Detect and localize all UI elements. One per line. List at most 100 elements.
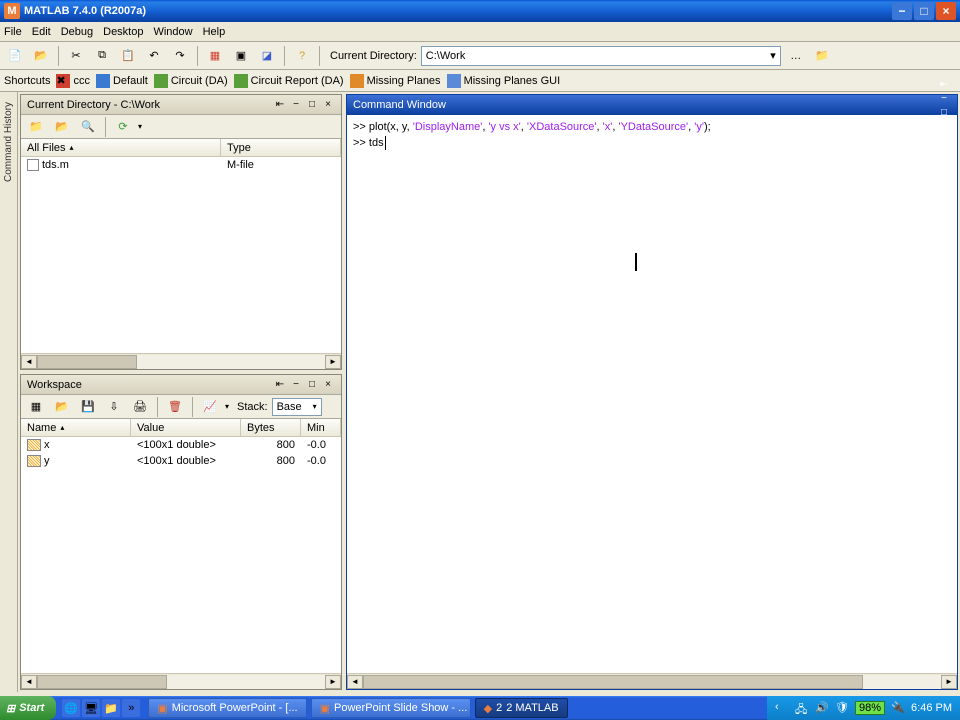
col-bytes[interactable]: Bytes: [241, 419, 301, 436]
shortcut-default[interactable]: Default: [96, 74, 148, 88]
go-up-icon[interactable]: 📁: [811, 45, 833, 67]
col-value[interactable]: Value: [131, 419, 241, 436]
current-dir-input[interactable]: C:\Work▾: [421, 46, 781, 66]
col-type[interactable]: Type: [221, 139, 341, 156]
profiler-icon[interactable]: ◪: [256, 45, 278, 67]
shortcut-missing-planes-gui[interactable]: Missing Planes GUI: [447, 74, 561, 88]
panel-min-icon[interactable]: −: [937, 91, 951, 105]
variable-icon: [27, 439, 41, 451]
ws-save-icon[interactable]: 💾: [77, 396, 99, 418]
panel-dock-icon[interactable]: ⇤: [273, 378, 287, 392]
redo-icon[interactable]: ↷: [169, 45, 191, 67]
command-window-title[interactable]: Command Window ⇤ − □ ×: [347, 95, 957, 115]
menu-edit[interactable]: Edit: [32, 26, 51, 38]
panel-dock-icon[interactable]: ⇤: [273, 98, 287, 112]
taskbar-item-slideshow[interactable]: ▣PowerPoint Slide Show - ...: [311, 698, 471, 718]
ws-new-icon[interactable]: ▦: [25, 396, 47, 418]
clock[interactable]: 6:46 PM: [911, 702, 952, 714]
shortcut-ccc[interactable]: ✖ccc: [56, 74, 90, 88]
scroll-left-icon[interactable]: ◄: [347, 675, 363, 689]
table-row[interactable]: y <100x1 double> 800 -0.0: [21, 453, 341, 469]
panel-dock-icon[interactable]: ⇤: [937, 77, 951, 91]
cd-up-icon[interactable]: 📁: [25, 116, 47, 138]
ws-list-body[interactable]: x <100x1 double> 800 -0.0 y <100x1 doubl…: [21, 437, 341, 673]
battery-indicator[interactable]: 98%: [855, 701, 885, 715]
browse-dir-button[interactable]: …: [785, 45, 807, 67]
titlebar[interactable]: M MATLAB 7.4.0 (R2007a) − □ ×: [0, 0, 960, 22]
tray-shield-icon[interactable]: 🛡: [835, 701, 849, 715]
cd-hscroll[interactable]: ◄ ►: [21, 353, 341, 369]
command-window-input[interactable]: >> plot(x, y, 'DisplayName', 'y vs x', '…: [347, 115, 957, 673]
panel-close-icon[interactable]: ×: [321, 378, 335, 392]
shortcut-circuit-report-da[interactable]: Circuit Report (DA): [234, 74, 344, 88]
guide-icon[interactable]: ▣: [230, 45, 252, 67]
open-file-icon[interactable]: 📂: [30, 45, 52, 67]
taskbar-item-powerpoint[interactable]: ▣Microsoft PowerPoint - [...: [148, 698, 306, 718]
tray-network-icon[interactable]: 🖧: [795, 701, 809, 715]
list-item[interactable]: tds.m M-file: [21, 157, 341, 173]
copy-icon[interactable]: ⧉: [91, 45, 113, 67]
menu-debug[interactable]: Debug: [61, 26, 93, 38]
ws-print-icon[interactable]: 🖨: [129, 396, 151, 418]
panel-max-icon[interactable]: □: [305, 378, 319, 392]
new-file-icon[interactable]: 📄: [4, 45, 26, 67]
current-directory-title[interactable]: Current Directory - C:\Work ⇤ − □ ×: [21, 95, 341, 115]
cut-icon[interactable]: ✂: [65, 45, 87, 67]
windows-start-button[interactable]: ⊞ Start: [0, 696, 56, 720]
help-icon[interactable]: ?: [291, 45, 313, 67]
panel-close-icon[interactable]: ×: [321, 98, 335, 112]
col-min[interactable]: Min: [301, 419, 341, 436]
menu-help[interactable]: Help: [203, 26, 226, 38]
tray-chevron-icon[interactable]: ‹: [775, 701, 789, 715]
menu-file[interactable]: File: [4, 26, 22, 38]
ws-import-icon[interactable]: ⇩: [103, 396, 125, 418]
col-all-files[interactable]: All Files ▴: [21, 139, 221, 156]
table-row[interactable]: x <100x1 double> 800 -0.0: [21, 437, 341, 453]
panel-min-icon[interactable]: −: [289, 378, 303, 392]
panel-max-icon[interactable]: □: [305, 98, 319, 112]
ws-list-header: Name ▴ Value Bytes Min: [21, 419, 341, 437]
ws-plot-icon[interactable]: 📈: [199, 396, 221, 418]
explorer-icon[interactable]: 📁: [102, 699, 120, 717]
simulink-icon[interactable]: ▦: [204, 45, 226, 67]
minimize-button[interactable]: −: [892, 2, 912, 20]
command-history-tab[interactable]: Command History: [0, 92, 18, 692]
stack-select[interactable]: Base▾: [272, 398, 322, 416]
matlab-icon: M: [4, 3, 20, 19]
maximize-button[interactable]: □: [914, 2, 934, 20]
ws-delete-icon[interactable]: 🗑: [164, 396, 186, 418]
cmd-hscroll[interactable]: ◄ ►: [347, 673, 957, 689]
desktop-icon[interactable]: 🖥: [82, 699, 100, 717]
current-directory-panel: Current Directory - C:\Work ⇤ − □ × 📁 📂 …: [20, 94, 342, 370]
system-tray[interactable]: ‹ 🖧 🔊 🛡 98% 🔌 6:46 PM: [767, 696, 960, 720]
menu-desktop[interactable]: Desktop: [103, 26, 143, 38]
scroll-right-icon[interactable]: ►: [941, 675, 957, 689]
col-name[interactable]: Name ▴: [21, 419, 131, 436]
shortcut-missing-planes[interactable]: Missing Planes: [350, 74, 441, 88]
workspace-title[interactable]: Workspace ⇤ − □ ×: [21, 375, 341, 395]
tray-volume-icon[interactable]: 🔊: [815, 701, 829, 715]
scroll-left-icon[interactable]: ◄: [21, 355, 37, 369]
window-title: MATLAB 7.4.0 (R2007a): [24, 5, 146, 17]
powerpoint-icon: ▣: [157, 702, 167, 715]
undo-icon[interactable]: ↶: [143, 45, 165, 67]
ql-chevron-icon[interactable]: »: [122, 699, 140, 717]
panel-min-icon[interactable]: −: [289, 98, 303, 112]
ie-icon[interactable]: 🌐: [62, 699, 80, 717]
cd-list-body[interactable]: tds.m M-file: [21, 157, 341, 353]
scroll-right-icon[interactable]: ►: [325, 675, 341, 689]
cd-refresh-icon[interactable]: ⟳: [112, 116, 134, 138]
ws-hscroll[interactable]: ◄ ►: [21, 673, 341, 689]
shortcut-circuit-da[interactable]: Circuit (DA): [154, 74, 228, 88]
scroll-left-icon[interactable]: ◄: [21, 675, 37, 689]
paste-icon[interactable]: 📋: [117, 45, 139, 67]
taskbar-item-matlab[interactable]: ◆2 2 MATLAB: [475, 698, 568, 718]
cd-find-icon[interactable]: 🔍: [77, 116, 99, 138]
ws-open-icon[interactable]: 📂: [51, 396, 73, 418]
tray-power-icon[interactable]: 🔌: [891, 701, 905, 715]
menu-window[interactable]: Window: [153, 26, 192, 38]
cd-new-icon[interactable]: 📂: [51, 116, 73, 138]
workspace-panel: Workspace ⇤ − □ × ▦ 📂 💾 ⇩ 🖨 🗑: [20, 374, 342, 690]
close-button[interactable]: ×: [936, 2, 956, 20]
scroll-right-icon[interactable]: ►: [325, 355, 341, 369]
